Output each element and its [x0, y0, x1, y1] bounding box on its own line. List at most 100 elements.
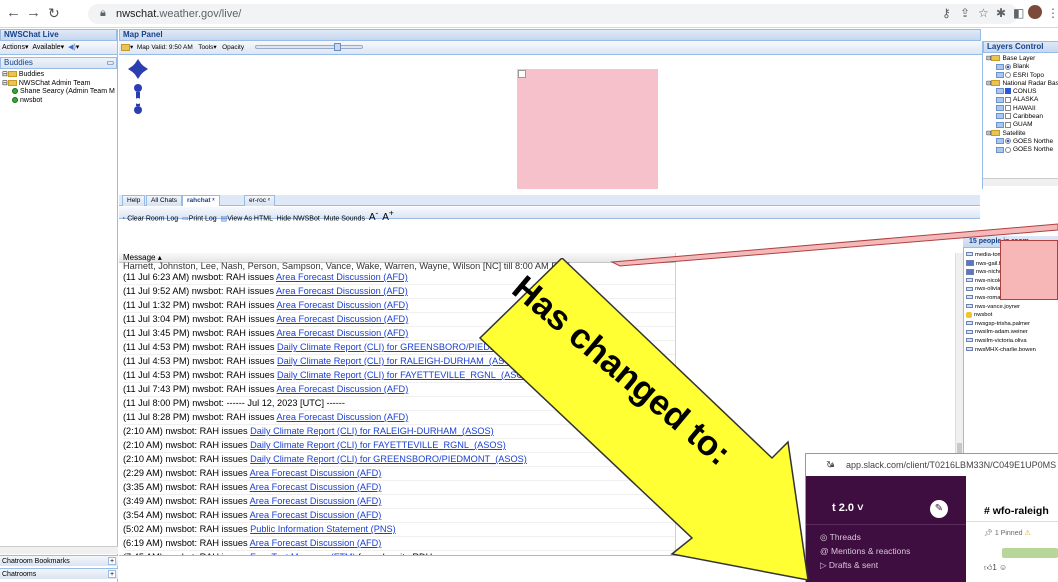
participant-item[interactable]: nwsbot [966, 311, 992, 320]
layer-item[interactable]: Blank [986, 63, 1058, 71]
compose-icon[interactable]: ✎ [930, 500, 948, 518]
radio-icon[interactable] [1005, 138, 1011, 145]
close-icon[interactable]: ˣ [268, 197, 270, 204]
clear-log-button[interactable]: ◔ Clear Room Log [121, 215, 178, 222]
product-link[interactable]: Area Forecast Discussion (AFD) [250, 482, 382, 492]
message-text: (11 Jul 7:43 PM) nwsbot: RAH issues [123, 384, 277, 394]
opacity-slider-thumb[interactable] [334, 43, 341, 51]
product-link[interactable]: Area Forecast Discussion (AFD) [250, 538, 382, 548]
layer-item[interactable]: ⊟ Base Layer [986, 55, 1058, 63]
message-text: (11 Jul 9:52 AM) nwsbot: RAH issues [123, 286, 277, 296]
bot-star-icon [966, 311, 972, 318]
product-link[interactable]: Area Forecast Discussion (AFD) [277, 300, 409, 310]
product-link[interactable]: Area Forecast Discussion (AFD) [250, 468, 382, 478]
layer-item[interactable]: GOES Northe [986, 138, 1058, 146]
layer-item[interactable]: ALASKA [986, 96, 1058, 104]
expand-icon[interactable]: + [108, 557, 116, 565]
left-panel-title: NWSChat Live [0, 29, 117, 41]
product-link[interactable]: Area Forecast Discussion (AFD) [276, 272, 408, 282]
buddies-header: Buddies ▭ [0, 57, 117, 69]
tab-help[interactable]: Help [122, 195, 146, 206]
extensions-icon[interactable]: ✱ [996, 6, 1006, 20]
layer-item[interactable]: ESRI Topo [986, 72, 1058, 80]
checkbox-icon[interactable] [1005, 88, 1011, 95]
slack-reaction[interactable]: 👍︎1 ☺ [984, 563, 1007, 573]
key-icon[interactable]: ⚷ [942, 6, 951, 20]
slack-pinned[interactable]: 📌︎ 1 Pinned ⚠ [984, 529, 1031, 537]
slack-channel-name[interactable]: # wfo-raleigh [984, 505, 1049, 517]
product-link[interactable]: Area Forecast Discussion (AFD) [277, 412, 409, 422]
tab-er-roc[interactable]: er-roc ˣ [244, 195, 275, 206]
folder-icon [7, 79, 17, 86]
tab-rahchat[interactable]: rahchat ˣ [182, 195, 220, 206]
actions-menu[interactable]: Actions▾ [2, 44, 28, 51]
checkbox-icon[interactable] [1005, 105, 1011, 112]
tab-all-chats[interactable]: All Chats [146, 195, 183, 206]
radio-icon[interactable] [1005, 63, 1011, 70]
chatroom-bookmarks[interactable]: Chatroom Bookmarks + [0, 555, 118, 566]
sidepanel-icon[interactable]: ◧ [1013, 6, 1024, 20]
star-icon[interactable]: ☆ [978, 6, 989, 20]
mute-sounds-button[interactable]: Mute Sounds [324, 215, 365, 222]
map-pan-zoom-control[interactable] [128, 59, 148, 125]
device-icon [966, 338, 973, 343]
radio-icon[interactable] [1005, 146, 1011, 153]
share-icon[interactable]: ⇪ [960, 6, 970, 20]
close-icon[interactable]: ˣ [212, 197, 214, 204]
font-increase-button[interactable]: A+ [382, 208, 394, 223]
layer-icon [996, 138, 1004, 145]
participant-item[interactable]: nws-vance.joyner [966, 303, 1020, 312]
product-link[interactable]: Area Forecast Discussion (AFD) [277, 384, 409, 394]
reload-icon[interactable]: ↻ [48, 5, 60, 21]
availability-menu[interactable]: Available▾ [32, 44, 64, 51]
radio-icon[interactable] [1005, 71, 1011, 78]
print-log-button[interactable]: ▭Print Log [182, 215, 217, 222]
tree-folder-buddies[interactable]: ⊟ Buddies [2, 71, 117, 80]
participant-item[interactable]: nwsgsp-trisha.palmer [966, 320, 1030, 329]
folder-icon[interactable] [121, 43, 130, 51]
left-horizontal-scrollbar[interactable] [0, 546, 118, 554]
hide-nwsbot-button[interactable]: Hide NWSBot [277, 215, 320, 222]
address-bar[interactable]: 🔒︎ nwschat.weather.gov/live/ [88, 4, 1018, 24]
product-link[interactable]: Area Forecast Discussion (AFD) [250, 496, 382, 506]
chatrooms[interactable]: Chatrooms + [0, 568, 118, 579]
forward-arrow-icon[interactable]: → [26, 5, 41, 21]
checkbox-icon[interactable] [1005, 113, 1011, 120]
menu-kebab-icon[interactable]: ⋮ [1047, 6, 1058, 20]
layer-item[interactable]: Caribbean [986, 113, 1058, 121]
participant-item[interactable]: nwsMHX-charlie.bowen [966, 346, 1036, 355]
tools-menu[interactable]: Tools▾ [198, 44, 216, 51]
layer-item[interactable]: GOES Northe [986, 146, 1058, 154]
layer-item[interactable]: CONUS [986, 88, 1058, 96]
product-link[interactable]: Daily Climate Report (CLI) for RALEIGH-D… [250, 426, 494, 436]
checkbox-icon[interactable] [1005, 96, 1011, 103]
sound-icon[interactable]: ◀) [68, 44, 76, 51]
opacity-slider[interactable] [255, 45, 363, 49]
message-text: (11 Jul 4:53 PM) nwsbot: RAH issues [123, 370, 278, 380]
layer-item[interactable]: ⊟ Satellite [986, 130, 1058, 138]
font-decrease-button[interactable]: A- [369, 208, 378, 223]
tree-folder-admin-team[interactable]: ⊟ NWSChat Admin Team [2, 80, 117, 89]
checkbox-icon[interactable] [1005, 121, 1011, 128]
layers-horizontal-scrollbar[interactable] [983, 178, 1058, 186]
buddy-shane-searcy[interactable]: Shane Searcy (Admin Team M [2, 88, 117, 97]
device-icon [966, 304, 973, 309]
profile-avatar[interactable] [1028, 5, 1042, 19]
product-link[interactable]: Area Forecast Discussion (AFD) [277, 314, 409, 324]
device-icon [966, 329, 973, 334]
back-arrow-icon[interactable]: ← [6, 5, 21, 21]
buddy-nwsbot[interactable]: nwsbot [2, 97, 117, 106]
product-link[interactable]: Area Forecast Discussion (AFD) [250, 510, 382, 520]
product-link[interactable]: Public Information Statement (PNS) [250, 524, 396, 534]
participant-item[interactable]: nwsilm-victoria.oliva [966, 337, 1027, 346]
view-html-button[interactable]: ▤View As HTML [221, 215, 273, 222]
product-link[interactable]: Area Forecast Discussion (AFD) [276, 286, 408, 296]
layer-item[interactable]: GUAM [986, 121, 1058, 129]
participant-item[interactable]: nwsilm-adam.weiner [966, 328, 1028, 337]
product-link[interactable]: Daily Climate Report (CLI) for FAYETTEVI… [250, 440, 506, 450]
expand-icon[interactable]: + [108, 570, 116, 578]
layer-item[interactable]: ⊟ National Radar Base [986, 80, 1058, 88]
layer-item[interactable]: HAWAII [986, 105, 1058, 113]
layer-icon [996, 96, 1004, 103]
product-link[interactable]: Area Forecast Discussion (AFD) [277, 328, 409, 338]
